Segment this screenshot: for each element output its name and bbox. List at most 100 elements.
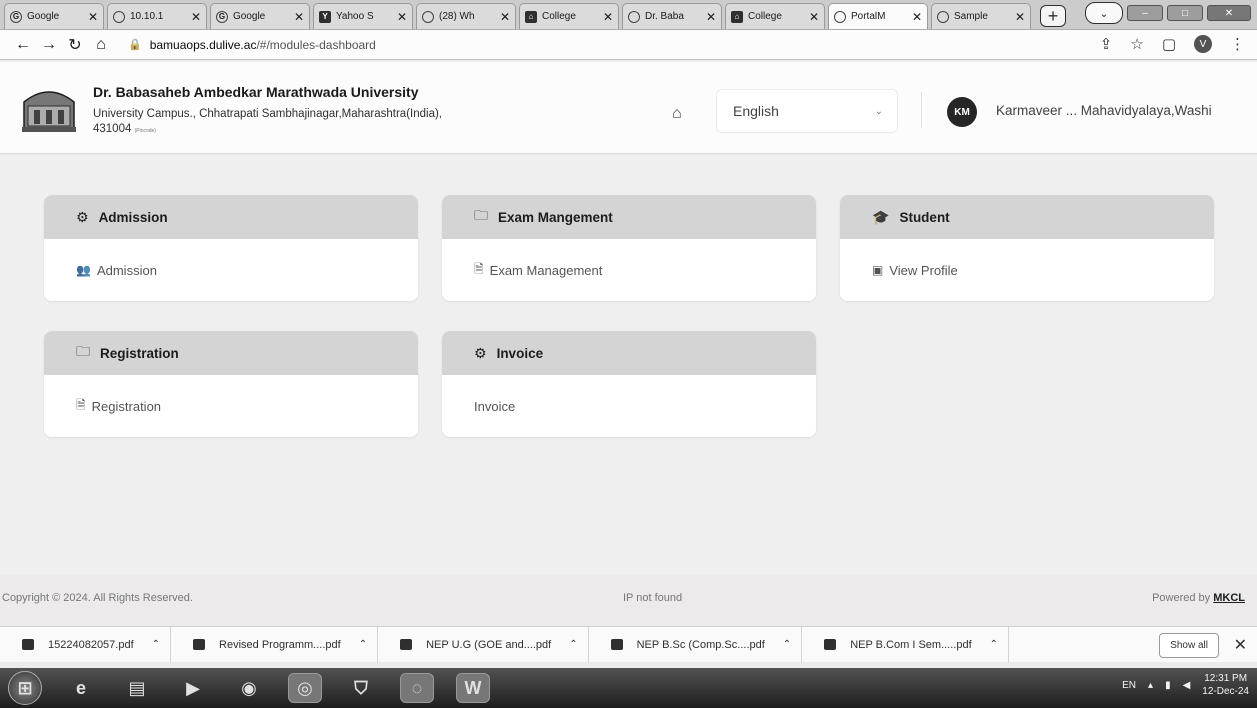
users-icon: 👥 [76, 263, 91, 277]
system-tray: EN ▴ ▮ ◀ 12:31 PM 12-Dec-24 [1122, 672, 1249, 698]
minimize-button[interactable]: – [1127, 5, 1163, 21]
sidepanel-icon[interactable]: ▢ [1162, 35, 1176, 53]
close-tab-icon[interactable]: ✕ [500, 10, 510, 24]
browser-tab[interactable]: ⌂ College ✕ [725, 3, 825, 29]
close-tab-icon[interactable]: ✕ [706, 10, 716, 24]
chevron-up-icon[interactable]: ⌃ [990, 639, 998, 650]
close-icon[interactable]: ✕ [1234, 635, 1247, 655]
new-tab-button[interactable]: + [1040, 5, 1066, 27]
app-header: Dr. Babasaheb Ambedkar Marathwada Univer… [0, 62, 1257, 154]
module-card-admission: ⚙ Admission 👥 Admission [44, 195, 418, 301]
close-tab-icon[interactable]: ✕ [912, 10, 922, 24]
yahoo-icon: Y [319, 10, 331, 23]
volume-icon[interactable]: ◀ [1183, 680, 1191, 691]
browser-tab-active[interactable]: PortalM ✕ [828, 3, 928, 29]
close-tab-icon[interactable]: ✕ [88, 10, 98, 24]
university-address: University Campus., Chhatrapati Sambhaji… [93, 108, 442, 135]
download-shelf: 15224082057.pdf ⌃ Revised Programm....pdf… [0, 626, 1257, 663]
module-link-exam-management[interactable]: 🗎 Exam Management [442, 239, 816, 301]
maximize-button[interactable]: □ [1167, 5, 1203, 21]
address-bar: ← → ↻ ⌂ 🔒 bamuaops.dulive.ac/#/modules-d… [0, 30, 1257, 60]
browser-tab[interactable]: ⌂ College ✕ [519, 3, 619, 29]
forward-icon[interactable]: → [36, 36, 62, 54]
close-tab-icon[interactable]: ✕ [191, 10, 201, 24]
back-icon[interactable]: ← [10, 36, 36, 54]
mkcl-link[interactable]: MKCL [1213, 592, 1245, 604]
chevron-up-icon[interactable]: ⌃ [569, 639, 577, 650]
network-icon[interactable]: ▮ [1165, 680, 1171, 691]
pdf-icon [193, 639, 206, 650]
chrome-icon[interactable]: ◎ [288, 673, 322, 703]
clock[interactable]: 12:31 PM 12-Dec-24 [1202, 672, 1249, 698]
card-header: 🎓 Student [840, 195, 1214, 239]
star-icon[interactable]: ☆ [1130, 35, 1143, 53]
close-tab-icon[interactable]: ✕ [603, 10, 613, 24]
download-item[interactable]: Revised Programm....pdf ⌃ [171, 626, 379, 663]
college-icon: ⌂ [525, 10, 537, 23]
start-button[interactable]: ⊞ [8, 671, 42, 705]
chevron-down-icon: ⌄ [874, 105, 883, 117]
browser-tab[interactable]: Y Yahoo S ✕ [313, 3, 413, 29]
card-header: ⚙ Admission [44, 195, 418, 239]
firefox-icon[interactable]: ◉ [232, 673, 266, 703]
pdf-icon [610, 639, 623, 650]
shield-icon[interactable]: ⛉ [344, 673, 378, 703]
module-card-invoice: ⚙ Invoice Invoice [442, 331, 816, 437]
browser-tab[interactable]: Sample ✕ [931, 3, 1031, 29]
user-avatar[interactable]: KM [947, 97, 977, 127]
download-item[interactable]: NEP U.G (GOE and....pdf ⌃ [378, 626, 589, 663]
home-icon[interactable]: ⌂ [672, 105, 682, 123]
browser-tab[interactable]: G Google ✕ [210, 3, 310, 29]
tab-search-button[interactable]: ⌄ [1085, 2, 1123, 24]
modules-dashboard: ⚙ Admission 👥 Admission 🗀 Exam Mangement 🗎 E… [0, 155, 1257, 575]
module-link-admission[interactable]: 👥 Admission [44, 239, 418, 301]
portal-icon [834, 10, 846, 23]
file-explorer-icon[interactable]: ▤ [120, 673, 154, 703]
google-icon: G [216, 10, 228, 23]
url-field[interactable]: bamuaops.dulive.ac/#/modules-dashboard [150, 38, 376, 52]
show-all-button[interactable]: Show all [1159, 633, 1219, 658]
university-name: Dr. Babasaheb Ambedkar Marathwada Univer… [93, 84, 419, 100]
user-name[interactable]: Karmaveer ... Mahavidyalaya,Washi [996, 103, 1212, 118]
share-icon[interactable]: ⇪ [1100, 35, 1113, 53]
page-footer: Copyright © 2024. All Rights Reserved. I… [0, 585, 1257, 611]
browser-tab[interactable]: G Google ✕ [4, 3, 104, 29]
close-tab-icon[interactable]: ✕ [1015, 10, 1025, 24]
browser-tab[interactable]: 10.10.1 ✕ [107, 3, 207, 29]
copyright-text: Copyright © 2024. All Rights Reserved. [2, 592, 193, 604]
menu-icon[interactable]: ⋮ [1230, 35, 1245, 53]
document-icon: 🗎 [76, 397, 86, 412]
profile-card-icon: ▣ [872, 263, 884, 277]
profile-avatar[interactable]: V [1194, 35, 1212, 53]
app-icon[interactable]: ◌ [400, 673, 434, 703]
close-tab-icon[interactable]: ✕ [397, 10, 407, 24]
module-link-invoice[interactable]: Invoice [442, 375, 816, 437]
whatsapp-icon [422, 10, 434, 23]
download-item[interactable]: 15224082057.pdf ⌃ [0, 626, 172, 663]
media-player-icon[interactable]: ▶ [176, 673, 210, 703]
browser-tab[interactable]: (28) Wh ✕ [416, 3, 516, 29]
chevron-up-icon[interactable]: ⌃ [152, 639, 160, 650]
chevron-up-icon[interactable]: ⌃ [783, 639, 791, 650]
ie-icon[interactable]: e [64, 673, 98, 703]
module-link-view-profile[interactable]: ▣ View Profile [840, 239, 1214, 301]
language-select[interactable]: English ⌄ [716, 89, 898, 133]
document-icon: 🗎 [474, 261, 484, 276]
close-window-button[interactable]: ✕ [1207, 5, 1251, 21]
browser-tab[interactable]: Dr. Baba ✕ [622, 3, 722, 29]
window-controls: ⌄ – □ ✕ [1085, 2, 1251, 24]
input-language[interactable]: EN [1122, 680, 1136, 691]
word-icon[interactable]: W [456, 673, 490, 703]
module-card-student: 🎓 Student ▣ View Profile [840, 195, 1214, 301]
tray-expand-icon[interactable]: ▴ [1148, 680, 1153, 691]
university-logo [22, 91, 76, 132]
close-tab-icon[interactable]: ✕ [809, 10, 819, 24]
card-header: 🗀 Registration [44, 331, 418, 375]
download-item[interactable]: NEP B.Sc (Comp.Sc....pdf ⌃ [589, 626, 803, 663]
home-icon[interactable]: ⌂ [88, 36, 114, 54]
reload-icon[interactable]: ↻ [62, 35, 88, 55]
close-tab-icon[interactable]: ✕ [294, 10, 304, 24]
download-item[interactable]: NEP B.Com I Sem.....pdf ⌃ [802, 626, 1010, 663]
module-link-registration[interactable]: 🗎 Registration [44, 375, 418, 437]
chevron-up-icon[interactable]: ⌃ [359, 639, 367, 650]
